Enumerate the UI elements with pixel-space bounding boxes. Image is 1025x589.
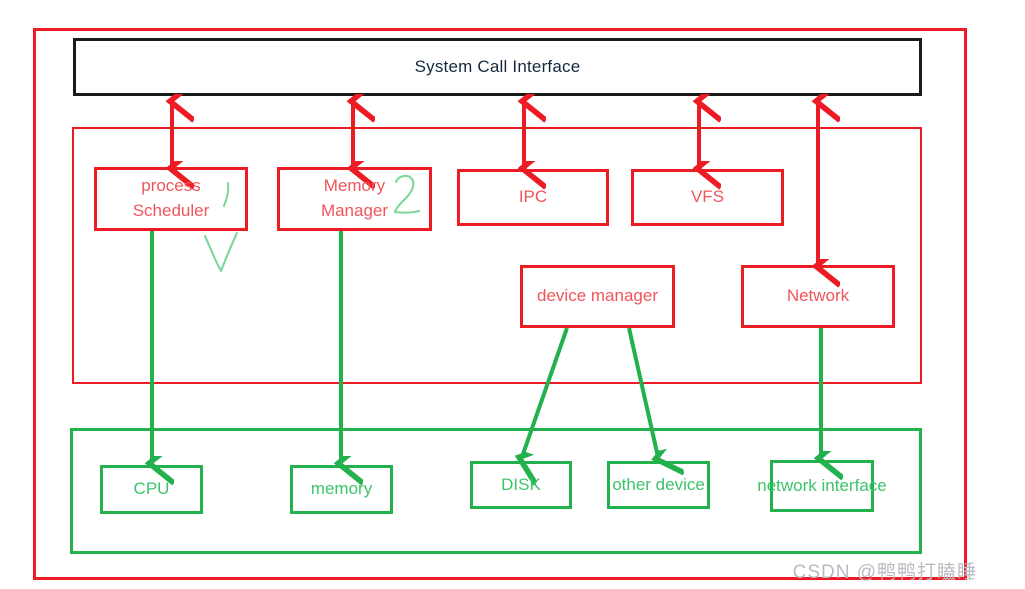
system-call-interface-box[interactable]: System Call Interface <box>73 38 922 96</box>
node-network-interface[interactable]: network interface <box>757 460 887 512</box>
kernel-layer-frame <box>72 127 922 384</box>
node-disk-label: DISK <box>501 474 541 494</box>
system-call-interface-label: System Call Interface <box>414 57 581 76</box>
node-cpu-label: CPU <box>133 479 170 499</box>
node-vfs[interactable]: VFS <box>631 169 784 226</box>
node-ipc-label: IPC <box>518 187 548 207</box>
node-device-manager[interactable]: device manager <box>520 265 675 328</box>
node-network[interactable]: Network <box>741 265 895 328</box>
node-vfs-label: VFS <box>690 187 725 207</box>
node-other-device-label: other device <box>612 474 705 494</box>
node-memory-manager[interactable]: Memory Manager <box>277 167 432 231</box>
node-device-manager-label: device manager <box>537 286 658 306</box>
node-ipc[interactable]: IPC <box>457 169 609 226</box>
node-cpu[interactable]: CPU <box>100 465 203 514</box>
node-memory-label: memory <box>310 479 373 499</box>
node-process-scheduler-label: process Scheduler <box>132 176 210 220</box>
csdn-watermark: CSDN @鸭鸭打瞌睡 <box>792 562 977 583</box>
node-other-device[interactable]: other device <box>607 461 710 509</box>
node-memory-manager-label: Memory Manager <box>320 176 389 220</box>
node-process-scheduler[interactable]: process Scheduler <box>94 167 248 231</box>
diagram-canvas: System Call Interface process Scheduler … <box>0 0 1025 589</box>
node-memory[interactable]: memory <box>290 465 393 514</box>
node-disk[interactable]: DISK <box>470 461 572 509</box>
node-network-interface-label: network interface <box>757 475 887 495</box>
node-network-label: Network <box>786 286 850 306</box>
